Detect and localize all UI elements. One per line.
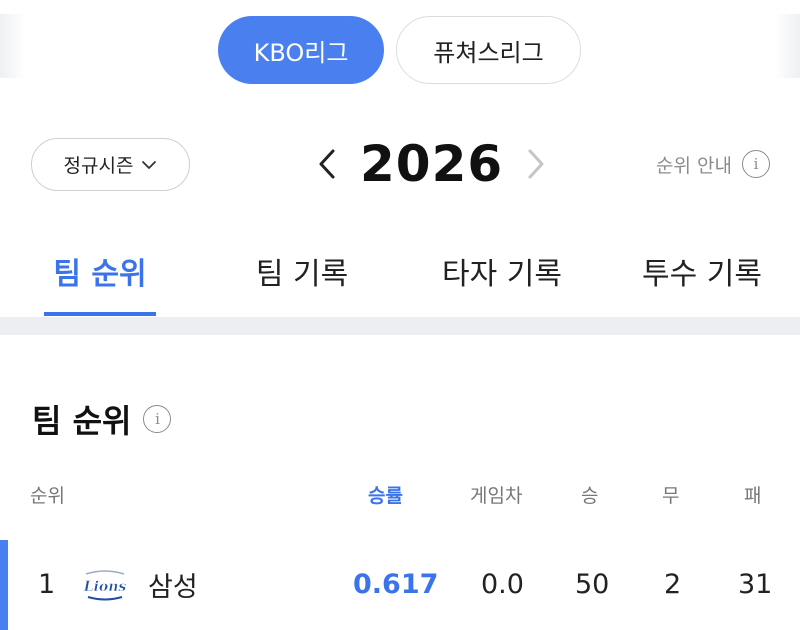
col-wins[interactable]: 승 (581, 474, 598, 514)
tab-team-record[interactable]: 팀 기록 (240, 228, 364, 314)
row-wins: 50 (575, 568, 610, 600)
row-draws: 2 (664, 568, 682, 600)
row-win-rate: 0.617 (353, 568, 439, 600)
info-icon: i (742, 150, 770, 178)
kbo-league-tab[interactable]: KBO리그 (218, 16, 384, 84)
season-type-dropdown[interactable]: 정규시즌 (31, 138, 190, 191)
team-logo: Lions (82, 570, 127, 601)
record-tabs: 팀 순위 팀 기록 타자 기록 투수 기록 (0, 228, 800, 316)
season-year: 2026 (360, 135, 504, 193)
futures-league-tab[interactable]: 퓨쳐스리그 (396, 16, 581, 84)
rank-guide-label: 순위 안내 (656, 154, 732, 177)
year-navigator: 2026 (310, 132, 553, 196)
season-row: 정규시즌 2026 순위 안내 i (0, 124, 800, 204)
svg-text:Lions: Lions (83, 579, 127, 595)
row-team-name: 삼성 (148, 571, 198, 603)
next-year-button[interactable] (519, 144, 553, 184)
col-win-rate[interactable]: 승률 (368, 474, 403, 514)
standings-title: 팀 순위 (32, 402, 132, 440)
section-divider (0, 317, 800, 335)
col-rank: 순위 (30, 484, 65, 507)
prev-year-button[interactable] (310, 144, 344, 184)
league-toggle: KBO리그 퓨쳐스리그 (0, 0, 800, 88)
active-tab-indicator (44, 312, 156, 316)
tab-pitcher-record[interactable]: 투수 기록 (632, 228, 772, 314)
chevron-right-icon (528, 149, 544, 179)
row-games-behind: 0.0 (481, 568, 524, 600)
scroll-edge-left (0, 14, 26, 78)
scroll-edge-right (774, 14, 800, 78)
row-rank: 1 (38, 568, 56, 600)
table-row[interactable]: 1 Lions 삼성 0.617 0.0 50 2 31 (0, 540, 800, 630)
chevron-left-icon (319, 149, 335, 179)
tab-batter-record[interactable]: 타자 기록 (430, 228, 574, 314)
tab-team-rank[interactable]: 팀 순위 (44, 228, 156, 314)
season-type-label: 정규시즌 (63, 155, 134, 177)
col-games-behind[interactable]: 게임차 (470, 474, 522, 514)
rank-guide-link[interactable]: 순위 안내 i (656, 148, 770, 180)
col-draws[interactable]: 무 (662, 474, 679, 514)
standings-header: 팀 순위 i (32, 396, 172, 442)
row-losses: 31 (738, 568, 773, 600)
page: KBO리그 퓨쳐스리그 정규시즌 2026 순위 안내 i 팀 순위 팀 기록 … (0, 0, 800, 630)
row-highlight-bar (0, 540, 8, 630)
chevron-down-icon (142, 160, 157, 169)
col-losses[interactable]: 패 (744, 474, 761, 514)
standings-info-icon[interactable]: i (143, 405, 172, 433)
